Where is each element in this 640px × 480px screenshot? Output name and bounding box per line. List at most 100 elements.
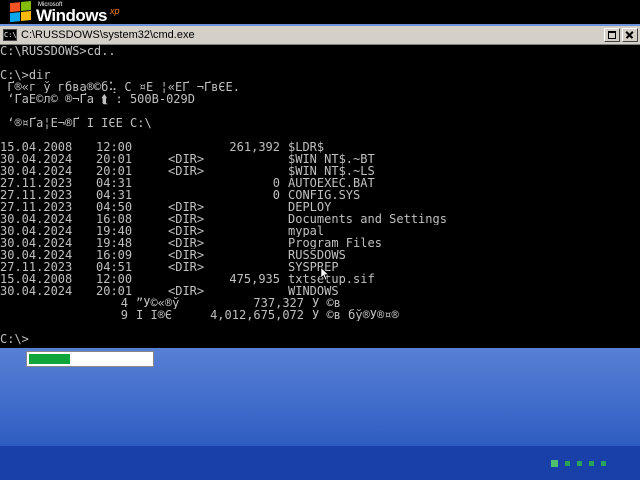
entry-time: 04:50 xyxy=(96,201,133,213)
entry-date: 27.11.2023 xyxy=(0,177,73,189)
screen: Microsoft Windows xp C:\ C:\RUSSDOWS\sys… xyxy=(0,0,640,480)
entry-name: DEPLOY xyxy=(288,201,332,213)
entry-date: 30.04.2024 xyxy=(0,285,73,297)
entry-size: 0 xyxy=(272,189,280,201)
entry-dir-flag: <DIR> xyxy=(168,237,205,249)
entry-name: RUSSDOWS xyxy=(288,249,346,261)
entry-name: $WIN_NT$.~LS xyxy=(288,165,375,177)
loading-dot xyxy=(577,461,582,466)
dir-entry: 30.04.2024 16:08 <DIR> Documents and Settin… xyxy=(0,213,640,225)
boot-top-strip: Microsoft Windows xp xyxy=(0,0,640,25)
console-line: C:\>dir xyxy=(0,69,640,81)
entry-name: CONFIG.SYS xyxy=(288,189,361,201)
loading-dot xyxy=(601,461,606,466)
entry-dir-flag: <DIR> xyxy=(168,249,205,261)
entry-date: 30.04.2024 xyxy=(0,165,73,177)
dir-entry: 15.04.2008 12:00 261,392 $LDR$ xyxy=(0,141,640,153)
file-bytes-unit: Ў ©в xyxy=(312,297,341,309)
window-title: C:\RUSSDOWS\system32\cmd.exe xyxy=(21,29,195,41)
console-line: ‘®¤Ґа¦Ё¬®Ґ Ї ЇЄЁ C:\ xyxy=(0,117,640,129)
mouse-pointer-icon xyxy=(320,266,330,281)
console-line: ‘ҐаЁ©­л© ­®¬Ґа ⮬ : 500B-029D xyxy=(0,93,640,105)
free-bytes-unit: Ў ©в бў®Ў®¤­® xyxy=(312,309,399,321)
command-prompt: C:\> xyxy=(0,333,29,345)
dir-entry: 30.04.2024 19:40 <DIR> mypal xyxy=(0,225,640,237)
title-bar[interactable]: C:\ C:\RUSSDOWS\system32\cmd.exe xyxy=(0,26,640,45)
entry-dir-flag: <DIR> xyxy=(168,261,205,273)
entry-size: 0 xyxy=(272,177,280,189)
entry-name: txtsetup.sif xyxy=(288,273,375,285)
entry-time: 04:31 xyxy=(96,177,133,189)
dir-entry: 30.04.2024 20:01 <DIR> $WIN_NT$.~BT xyxy=(0,153,640,165)
entry-date: 30.04.2024 xyxy=(0,249,73,261)
entry-dir-flag: <DIR> xyxy=(168,201,205,213)
free-bytes: 4,012,675,072 xyxy=(210,309,304,321)
entry-date: 27.11.2023 xyxy=(0,201,73,213)
file-count-label: ”Ў©«®ў xyxy=(136,297,180,309)
entry-name: $WIN_NT$.~BT xyxy=(288,153,375,165)
entry-size: 261,392 xyxy=(229,141,280,153)
prompt-line: C:\> xyxy=(0,333,640,345)
loading-dots xyxy=(551,460,606,467)
entry-time: 20:01 xyxy=(96,285,133,297)
entry-date: 30.04.2024 xyxy=(0,153,73,165)
entry-date: 15.04.2008 xyxy=(0,141,73,153)
entry-date: 30.04.2024 xyxy=(0,213,73,225)
entry-time: 19:48 xyxy=(96,237,133,249)
entry-time: 04:31 xyxy=(96,189,133,201)
cmd-icon[interactable]: C:\ xyxy=(3,29,17,41)
entry-name: WINDOWS xyxy=(288,285,339,297)
dir-entry: 30.04.2024 20:01 <DIR> WINDOWS xyxy=(0,285,640,297)
maximize-button[interactable] xyxy=(604,28,620,42)
dir-entry: 30.04.2024 16:09 <DIR> RUSSDOWS xyxy=(0,249,640,261)
entry-time: 19:40 xyxy=(96,225,133,237)
entry-dir-flag: <DIR> xyxy=(168,285,205,297)
entry-name: mypal xyxy=(288,225,325,237)
entry-date: 15.04.2008 xyxy=(0,273,73,285)
entry-name: Program Files xyxy=(288,237,382,249)
entry-date: 30.04.2024 xyxy=(0,237,73,249)
entry-dir-flag: <DIR> xyxy=(168,225,205,237)
entry-date: 27.11.2023 xyxy=(0,261,73,273)
entry-size: 475,935 xyxy=(229,273,280,285)
dir-entry: 30.04.2024 19:48 <DIR> Program Files xyxy=(0,237,640,249)
entry-name: SYSPREP xyxy=(288,261,339,273)
entry-date: 30.04.2024 xyxy=(0,225,73,237)
dir-entry: 27.11.2023 04:50 <DIR> DEPLOY xyxy=(0,201,640,213)
dir-count: 9 xyxy=(120,309,128,321)
loading-dot xyxy=(565,461,570,466)
loading-dot xyxy=(551,460,558,467)
console-text: ‘®¤Ґа¦Ё¬®Ґ Ї ЇЄЁ C:\ xyxy=(0,117,152,129)
console-text: Ґ®«г ў гбва®©б⢥ C ¤Ё ¦«ЁҐ ¬ҐвЄЁ. xyxy=(0,81,240,93)
entry-time: 12:00 xyxy=(96,141,133,153)
file-count: 4 xyxy=(120,297,128,309)
boot-progress-fill xyxy=(29,354,70,364)
entry-time: 04:51 xyxy=(96,261,133,273)
close-button[interactable] xyxy=(622,28,638,42)
xp-label: xp xyxy=(110,6,120,16)
entry-dir-flag: <DIR> xyxy=(168,165,205,177)
dir-count-label: Ї Ї®Є xyxy=(136,309,173,321)
entry-time: 12:00 xyxy=(96,273,133,285)
dir-entry: 30.04.2024 20:01 <DIR> $WIN_NT$.~LS xyxy=(0,165,640,177)
entry-time: 16:08 xyxy=(96,213,133,225)
dir-entry: 27.11.2023 04:31 0 CONFIG.SYS xyxy=(0,189,640,201)
entry-time: 20:01 xyxy=(96,153,133,165)
console-line: Ґ®«г ў гбва®©б⢥ C ¤Ё ¦«ЁҐ ¬ҐвЄЁ. xyxy=(0,81,640,93)
windows-label: Windows xyxy=(36,6,107,25)
console-text: C:\>dir xyxy=(0,69,51,81)
console-output[interactable]: C:\RUSSDOWS>cd.. C:\>dir Ґ®«г ў гбва®©б⢥ … xyxy=(0,45,640,347)
cmd-window[interactable]: C:\ C:\RUSSDOWS\system32\cmd.exe C:\RUSS… xyxy=(0,26,640,348)
entry-name: Documents and Settings xyxy=(288,213,447,225)
windows-flag-icon xyxy=(10,0,32,23)
window-controls xyxy=(604,28,638,42)
entry-name: $LDR$ xyxy=(288,141,325,153)
file-bytes: 737,327 xyxy=(253,297,304,309)
entry-time: 20:01 xyxy=(96,165,133,177)
loading-dot xyxy=(589,461,594,466)
entry-time: 16:09 xyxy=(96,249,133,261)
